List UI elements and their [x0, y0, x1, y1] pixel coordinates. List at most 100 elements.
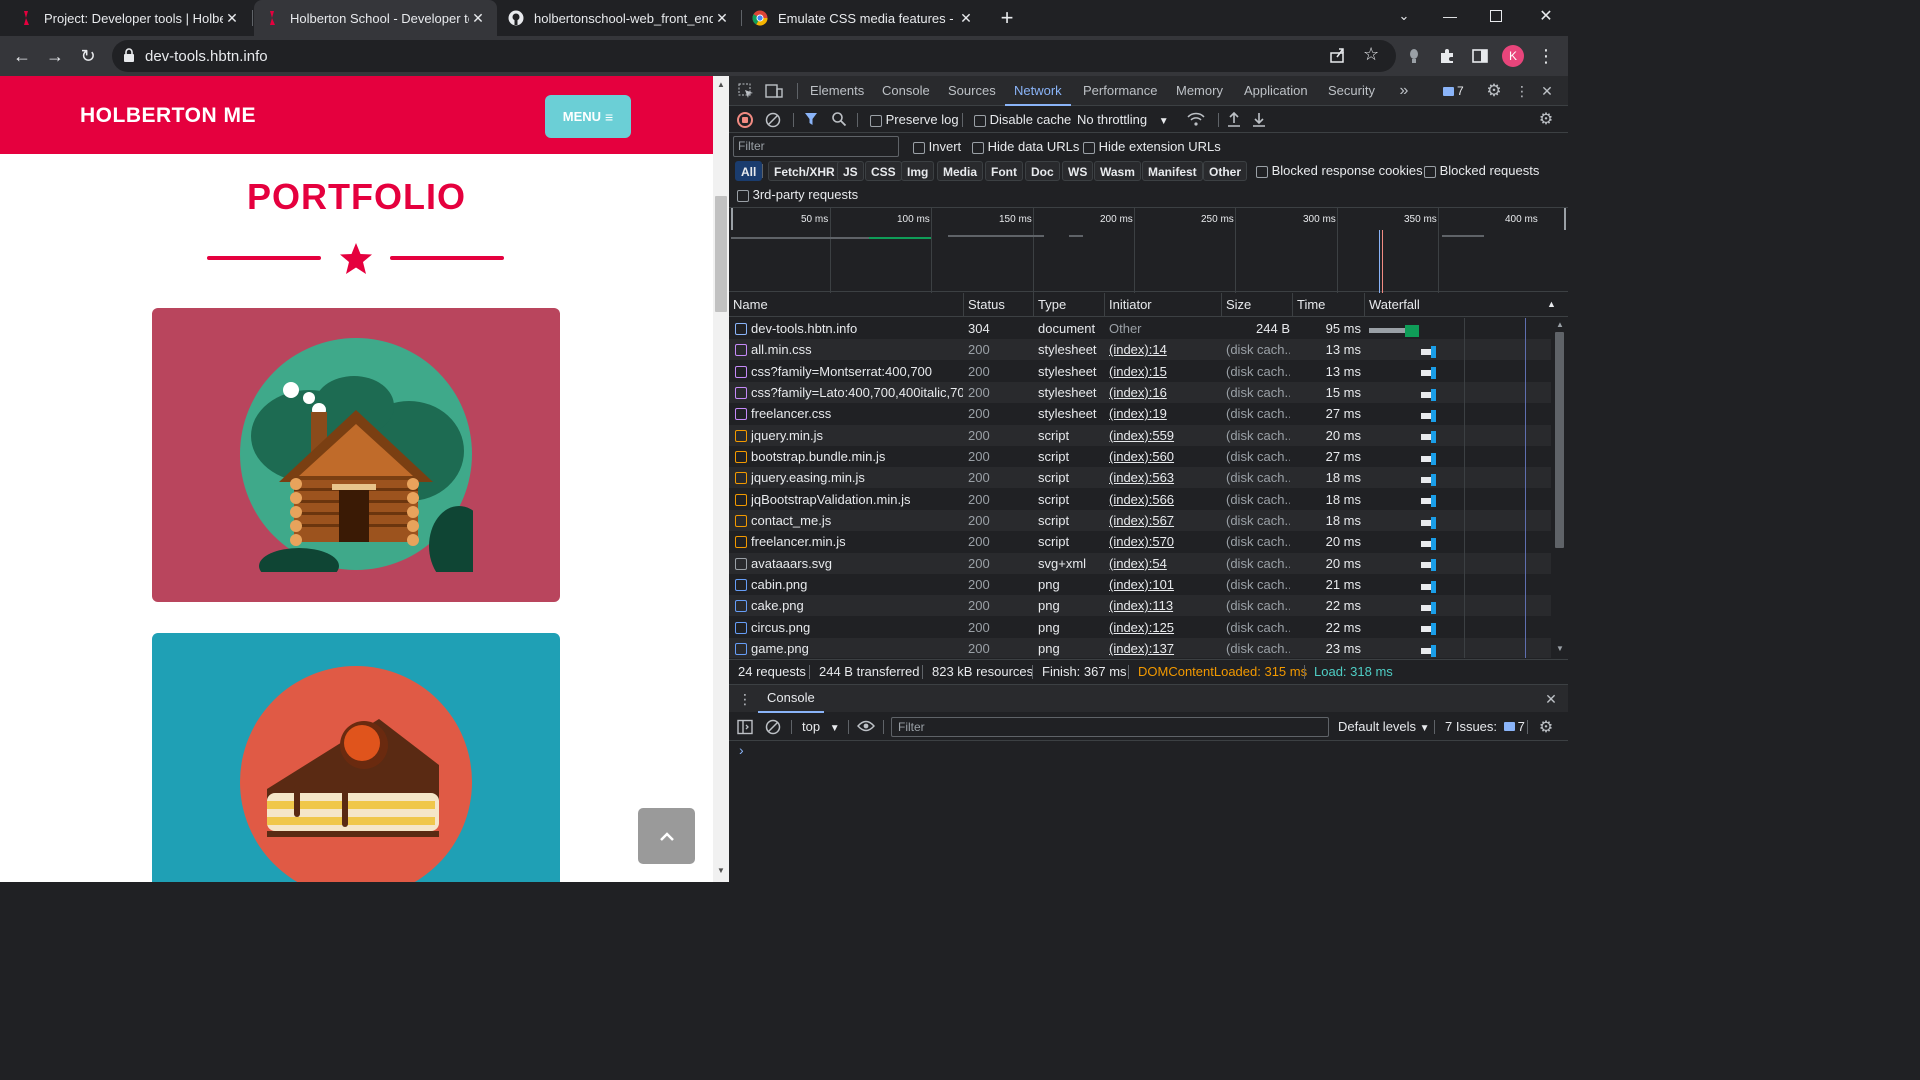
scroll-up-arrow-icon[interactable]: ▲	[1556, 320, 1564, 329]
minimize-icon[interactable]: —	[1440, 8, 1460, 28]
request-row[interactable]: freelancer.css 200 stylesheet (index):19 (di…	[729, 403, 1551, 424]
browser-tab-project[interactable]: Project: Developer tools | Holberton ✕	[8, 0, 251, 36]
import-har-upload-icon[interactable]	[1227, 111, 1243, 127]
column-divider[interactable]	[1364, 293, 1365, 317]
type-filter-other[interactable]: Other	[1203, 161, 1248, 181]
address-bar[interactable]: dev-tools.hbtn.info ☆	[112, 40, 1396, 72]
column-waterfall[interactable]: Waterfall	[1365, 293, 1420, 317]
hide-extension-urls-toggle[interactable]: Hide extension URLs	[1083, 139, 1221, 154]
checkbox[interactable]	[972, 141, 984, 154]
sort-ascending-icon[interactable]: ▲	[1547, 299, 1556, 309]
column-name[interactable]: Name	[729, 293, 768, 317]
tab-sources[interactable]: Sources	[948, 76, 996, 106]
bookmark-star-icon[interactable]: ☆	[1363, 44, 1383, 64]
portfolio-item-cake[interactable]	[152, 633, 560, 882]
portfolio-item-cabin[interactable]	[152, 308, 560, 602]
checkbox[interactable]	[870, 114, 882, 127]
column-type[interactable]: Type	[1034, 293, 1066, 317]
console-filter-input[interactable]: Filter	[891, 717, 1329, 737]
scroll-up-arrow-icon[interactable]: ▲	[717, 80, 725, 89]
request-row[interactable]: dev-tools.hbtn.info 304 document Other 244 B…	[729, 318, 1551, 339]
close-drawer-icon[interactable]: ✕	[1542, 690, 1560, 708]
tab-performance[interactable]: Performance	[1083, 76, 1157, 106]
maximize-icon[interactable]	[1490, 10, 1502, 22]
request-initiator[interactable]: (index):14	[1109, 339, 1221, 360]
request-initiator[interactable]: (index):566	[1109, 489, 1221, 510]
console-issues-counter[interactable]: 7 Issues: 7	[1445, 719, 1525, 734]
type-filter-all[interactable]: All	[735, 161, 763, 181]
request-row[interactable]: all.min.css 200 stylesheet (index):14 (disk …	[729, 339, 1551, 361]
profile-avatar[interactable]: K	[1502, 45, 1524, 67]
request-list-scrollbar-thumb[interactable]	[1555, 332, 1564, 548]
request-row[interactable]: avataaars.svg 200 svg+xml (index):54 (disk c…	[729, 552, 1551, 574]
type-filter-css[interactable]: CSS	[865, 161, 902, 181]
checkbox[interactable]	[1083, 141, 1095, 154]
menu-button[interactable]: MENU ≡	[545, 95, 631, 138]
overview-start-handle[interactable]	[731, 208, 733, 230]
log-levels-select[interactable]: Default levels ▼	[1338, 719, 1430, 734]
tab-network[interactable]: Network	[1005, 76, 1071, 106]
request-row[interactable]: jquery.easing.min.js 200 script (index):563…	[729, 467, 1551, 489]
blocked-response-cookies-toggle[interactable]: Blocked response cookies	[1256, 163, 1423, 178]
record-stop-icon[interactable]	[737, 112, 753, 128]
request-initiator[interactable]: (index):570	[1109, 531, 1221, 552]
network-settings-gear-icon[interactable]: ⚙	[1537, 110, 1555, 128]
tab-elements[interactable]: Elements	[810, 76, 864, 106]
close-devtools-icon[interactable]: ✕	[1538, 82, 1556, 100]
type-filter-fetch-xhr[interactable]: Fetch/XHR	[768, 161, 841, 181]
browser-menu-kebab-icon[interactable]: ⋮	[1534, 44, 1558, 68]
network-conditions-wifi-icon[interactable]	[1187, 112, 1205, 128]
column-divider[interactable]	[1221, 293, 1222, 317]
type-filter-doc[interactable]: Doc	[1025, 161, 1060, 181]
issues-counter[interactable]: 7	[1443, 84, 1464, 98]
checkbox[interactable]	[1424, 165, 1436, 178]
drawer-tab-console[interactable]: Console	[758, 685, 824, 713]
type-filter-media[interactable]: Media	[937, 161, 984, 181]
column-time[interactable]: Time	[1293, 293, 1325, 317]
checkbox[interactable]	[913, 141, 925, 154]
column-initiator[interactable]: Initiator	[1105, 293, 1152, 317]
throttling-select[interactable]: No throttling ▼	[1077, 112, 1169, 127]
request-row[interactable]: bootstrap.bundle.min.js 200 script (index):…	[729, 446, 1551, 467]
column-status[interactable]: Status	[964, 293, 1005, 317]
checkbox[interactable]	[974, 114, 986, 127]
more-tabs-chevron-icon[interactable]: »	[1395, 82, 1413, 100]
devtools-menu-kebab-icon[interactable]: ⋮	[1513, 82, 1531, 100]
close-tab-icon[interactable]: ✕	[957, 10, 975, 27]
type-filter-wasm[interactable]: Wasm	[1094, 161, 1141, 181]
site-brand[interactable]: HOLBERTON ME	[80, 104, 256, 128]
close-tab-icon[interactable]: ✕	[223, 10, 241, 27]
new-tab-button[interactable]: +	[994, 6, 1020, 30]
page-scrollbar-thumb[interactable]	[715, 196, 727, 312]
request-initiator[interactable]: (index):137	[1109, 638, 1221, 658]
request-initiator[interactable]: (index):54	[1109, 553, 1221, 574]
live-expression-eye-icon[interactable]	[857, 720, 877, 734]
type-filter-js[interactable]: JS	[837, 161, 864, 181]
browser-tab-github[interactable]: holbertonschool-web_front_end ✕	[498, 0, 741, 36]
column-divider[interactable]	[1104, 293, 1105, 317]
hide-data-urls-toggle[interactable]: Hide data URLs	[972, 139, 1079, 154]
network-filter-input[interactable]: Filter	[733, 136, 899, 157]
reload-icon[interactable]: ↻	[76, 44, 100, 68]
tab-search-chevron-down-icon[interactable]: ⌄	[1394, 8, 1414, 28]
forward-arrow-icon[interactable]: →	[43, 44, 67, 68]
side-panel-icon[interactable]	[1468, 44, 1492, 68]
preserve-log-toggle[interactable]: Preserve log	[870, 112, 959, 127]
close-window-icon[interactable]: ✕	[1536, 6, 1556, 26]
clear-console-icon[interactable]	[765, 719, 781, 735]
lock-icon[interactable]	[123, 48, 135, 62]
drawer-menu-kebab-icon[interactable]: ⋮	[736, 690, 754, 708]
request-initiator[interactable]: (index):19	[1109, 403, 1221, 424]
type-filter-ws[interactable]: WS	[1062, 161, 1094, 181]
clear-icon[interactable]	[765, 112, 781, 128]
disable-cache-toggle[interactable]: Disable cache	[974, 112, 1071, 127]
device-toolbar-icon[interactable]	[765, 82, 783, 100]
extension-bulb-icon[interactable]	[1402, 44, 1426, 68]
request-row[interactable]: game.png 200 png (index):137 (disk cach... 23…	[729, 637, 1551, 658]
extensions-puzzle-icon[interactable]	[1435, 44, 1459, 68]
column-size[interactable]: Size	[1222, 293, 1251, 317]
request-row[interactable]: contact_me.js 200 script (index):567 (disk c…	[729, 509, 1551, 531]
scroll-to-top-button[interactable]	[638, 808, 695, 864]
settings-gear-icon[interactable]: ⚙	[1485, 81, 1503, 100]
tab-console[interactable]: Console	[882, 76, 930, 106]
